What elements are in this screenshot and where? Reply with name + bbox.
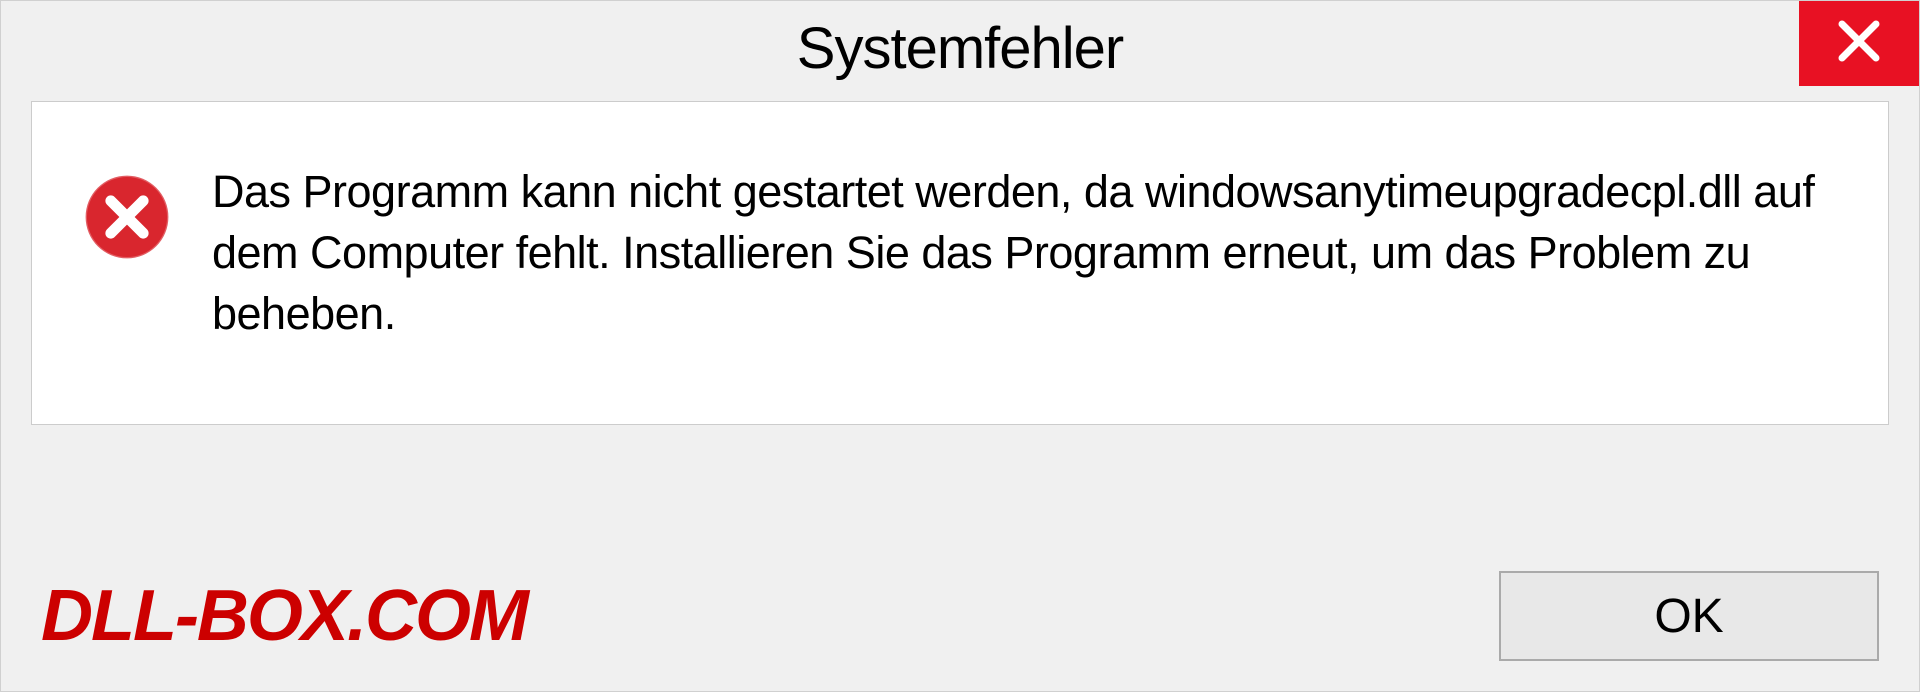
content-panel: Das Programm kann nicht gestartet werden… [31,101,1889,425]
error-message: Das Programm kann nicht gestartet werden… [212,162,1838,344]
dialog-title: Systemfehler [797,15,1123,82]
ok-button[interactable]: OK [1499,571,1879,661]
error-dialog: Systemfehler Das Programm kann nicht ges… [0,0,1920,692]
watermark-text: DLL-BOX.COM [41,575,527,657]
titlebar: Systemfehler [1,1,1919,96]
error-icon [82,172,172,262]
footer: DLL-BOX.COM OK [1,571,1919,661]
close-icon [1834,16,1884,71]
close-button[interactable] [1799,1,1919,86]
